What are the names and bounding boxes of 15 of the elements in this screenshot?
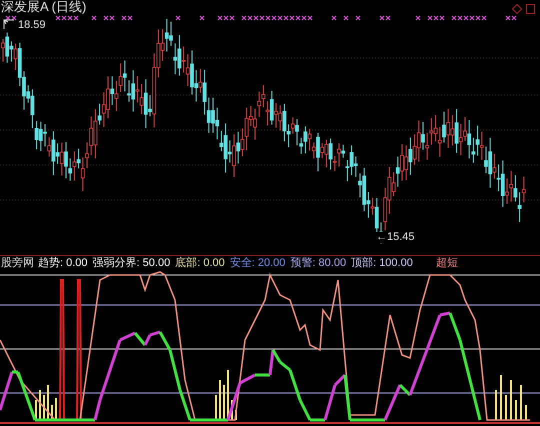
indicator-name: 股旁网 xyxy=(1,258,34,268)
diamond-icon xyxy=(512,4,522,14)
square-icon xyxy=(526,4,535,14)
high-price-label: 18.59 xyxy=(18,20,46,31)
indicator-value: 底部: 0.00 xyxy=(175,258,225,268)
stock-title: 深发展A xyxy=(1,0,49,13)
indicator-value: 强弱分界: 50.00 xyxy=(92,258,170,268)
low-price-label: ←15.45 xyxy=(376,232,415,243)
period-label: (日线) xyxy=(52,0,86,13)
pointer-icon xyxy=(3,18,17,30)
indicator-value: 顶部: 100.00 xyxy=(351,258,413,268)
indicator-value: 预警: 80.00 xyxy=(290,258,346,268)
overflow-label: 超短 xyxy=(436,258,458,268)
indicator-value: 安全: 20.00 xyxy=(230,258,286,268)
indicator-value: 趋势: 0.00 xyxy=(38,258,88,268)
